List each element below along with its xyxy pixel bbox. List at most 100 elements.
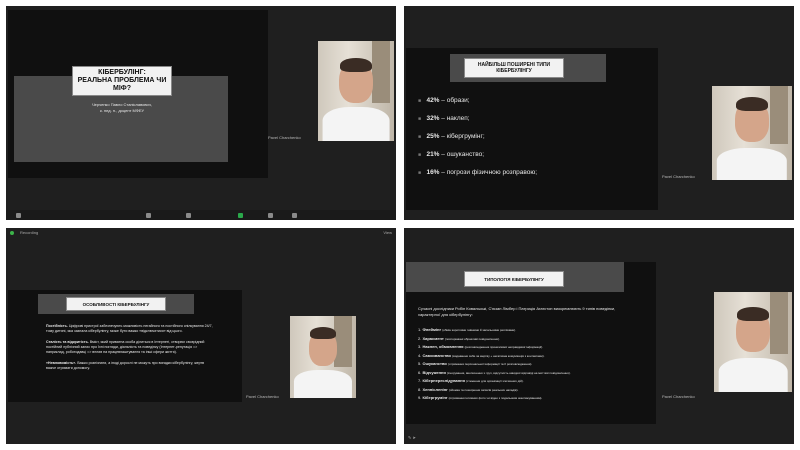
list-item: 8. Хеппіслепінг (зйомка та поширення зап… bbox=[418, 386, 650, 395]
stat-pct: 21% bbox=[426, 151, 440, 158]
participant-video[interactable] bbox=[290, 316, 356, 398]
item-desc: (розповсюдження принизливої неправдивої … bbox=[464, 345, 544, 349]
annotation-toolbar: ✎ ➤ bbox=[408, 435, 416, 440]
item-number: 6. bbox=[418, 369, 422, 375]
item-term: Ошуканство bbox=[422, 361, 447, 366]
stat-text: – образи; bbox=[441, 97, 470, 104]
slide-title: ТИПОЛОГІЯ КІБЕРБУЛІНГУ bbox=[464, 271, 564, 287]
shared-slide: КІБЕРБУЛІНГ: РЕАЛЬНА ПРОБЛЕМА ЧИ МІФ? Че… bbox=[8, 10, 268, 178]
slide-title: НАЙБІЛЬШ ПОШИРЕНІ ТИПИ КІБЕРБУЛІНГУ bbox=[464, 58, 564, 78]
item-desc: (обмін короткими гнівними й запальними р… bbox=[442, 328, 516, 332]
participant-name: Pavel Charchenko bbox=[662, 394, 695, 399]
item-term: Кіберпереслідування bbox=[422, 378, 465, 383]
item-desc: (повторювані образливі повідомлення). bbox=[444, 336, 500, 341]
participant-name: Pavel Charchenko bbox=[268, 135, 301, 140]
item-term: Відчуження bbox=[422, 369, 446, 375]
item-term: Флеймінг bbox=[422, 327, 442, 332]
list-item: 6. Відчуження (ігнорування, виключення з… bbox=[418, 369, 650, 378]
item-term: Самозванство bbox=[422, 352, 451, 358]
title-line-1: КІБЕРБУЛІНГ: bbox=[98, 69, 146, 76]
participant-video[interactable] bbox=[712, 86, 792, 180]
item-term: Кібергрумінг bbox=[422, 395, 448, 400]
paragraph-term: Сталість та відкритість. bbox=[46, 340, 89, 344]
slide-body: Постійність. Цифрові пристрої забезпечую… bbox=[46, 324, 214, 371]
title-line-2: РЕАЛЬНА ПРОБЛЕМА ЧИ МІФ? bbox=[77, 77, 167, 92]
title-text: ОСОБЛИВОСТІ КІБЕРБУЛІНГУ bbox=[82, 301, 150, 307]
stat-item: ■ 42% – образи; bbox=[418, 97, 470, 104]
item-number: 4. bbox=[418, 352, 422, 358]
participant-name: Pavel Charchenko bbox=[662, 174, 695, 179]
list-item: 4. Самозванство (видавання себе за жертв… bbox=[418, 352, 650, 361]
participant-name: Pavel Charchenko bbox=[246, 394, 279, 399]
apps-icon[interactable] bbox=[268, 213, 273, 218]
item-desc: (отримання персональної інформації та її… bbox=[447, 362, 533, 366]
pointer-icon[interactable]: ➤ bbox=[412, 435, 415, 440]
title-line-2: КІБЕРБУЛІНГУ bbox=[496, 68, 532, 74]
item-number: 7. bbox=[418, 378, 422, 383]
meeting-toolbar bbox=[6, 210, 396, 220]
video-panel-3: Recording View ОСОБЛИВОСТІ КІБЕРБУЛІНГУ … bbox=[6, 228, 396, 444]
list-item: 7. Кіберпереслідування (стеження для орг… bbox=[418, 377, 650, 386]
author-line-2: к. пед. н., доцент МФЕУ bbox=[99, 108, 145, 113]
participant-video[interactable] bbox=[318, 41, 394, 141]
slide-author: Черченко Павло Станіславович, к. пед. н.… bbox=[72, 102, 172, 114]
shared-slide: ОСОБЛИВОСТІ КІБЕРБУЛІНГУ Постійність. Ци… bbox=[8, 290, 242, 402]
paragraph-text: Цифрові пристрої забезпечують можливість… bbox=[46, 324, 213, 333]
stat-item: ■ 32% – наклеп; bbox=[418, 115, 470, 122]
item-term: Наклеп, обмовлення bbox=[422, 344, 464, 349]
view-button[interactable]: View bbox=[383, 230, 392, 235]
recording-label: Recording bbox=[20, 230, 39, 235]
item-desc: (стеження для організації злочинних дій)… bbox=[466, 379, 524, 383]
list-item: 9. Кібергрумінг (отримання інтимних фото… bbox=[418, 394, 650, 403]
shared-slide: ТИПОЛОГІЯ КІБЕРБУЛІНГУ Сучасні дослідник… bbox=[406, 262, 656, 424]
typology-list: 1. Флеймінг (обмін короткими гнівними й … bbox=[418, 326, 650, 403]
stat-text: – наклеп; bbox=[441, 115, 470, 122]
list-item: 1. Флеймінг (обмін короткими гнівними й … bbox=[418, 326, 650, 335]
item-term: Харасмент bbox=[422, 335, 444, 341]
record-status-icon bbox=[10, 231, 14, 235]
stat-pct: 16% bbox=[426, 169, 440, 176]
participant-video[interactable] bbox=[714, 292, 792, 392]
stats-list: ■ 42% – образи; ■ 32% – наклеп; ■ 25% – … bbox=[418, 92, 656, 182]
item-number: 2. bbox=[418, 335, 422, 341]
reactions-icon[interactable] bbox=[146, 213, 151, 218]
paragraph-term: «Невловимість». bbox=[46, 361, 77, 365]
item-desc: (отримання інтимних фото чи відео з пода… bbox=[448, 396, 543, 400]
shared-slide: НАЙБІЛЬШ ПОШИРЕНІ ТИПИ КІБЕРБУЛІНГУ ■ 42… bbox=[406, 48, 658, 210]
paragraph: Постійність. Цифрові пристрої забезпечую… bbox=[46, 324, 214, 334]
video-panel-2: НАЙБІЛЬШ ПОШИРЕНІ ТИПИ КІБЕРБУЛІНГУ ■ 42… bbox=[404, 6, 794, 220]
paragraph: «Невловимість». Важко розпізнати, а інод… bbox=[46, 361, 214, 371]
share-icon[interactable] bbox=[186, 213, 191, 218]
stat-item: ■ 21% – ошуканство; bbox=[418, 151, 485, 158]
paragraph-term: Постійність. bbox=[46, 324, 68, 328]
meeting-topbar: Recording View bbox=[6, 228, 396, 238]
stat-pct: 25% bbox=[426, 133, 440, 140]
video-panel-1: КІБЕРБУЛІНГ: РЕАЛЬНА ПРОБЛЕМА ЧИ МІФ? Че… bbox=[6, 6, 396, 220]
item-desc: (видавання себе за жертву + негативна ко… bbox=[452, 353, 545, 358]
list-item: 5. Ошуканство (отримання персональної ін… bbox=[418, 360, 650, 369]
participants-icon[interactable] bbox=[16, 213, 21, 218]
stat-text: – кібергрумінг; bbox=[441, 133, 485, 140]
stat-item: ■ 25% – кібергрумінг; bbox=[418, 133, 485, 140]
stat-text: – ошуканство; bbox=[441, 151, 485, 158]
annotate-icon[interactable]: ✎ bbox=[408, 435, 411, 440]
item-desc: (ігнорування, виключення з груп, відсутн… bbox=[446, 370, 571, 375]
paragraph: Сталість та відкритість. Вміст, який при… bbox=[46, 340, 214, 355]
slide-title: ОСОБЛИВОСТІ КІБЕРБУЛІНГУ bbox=[66, 297, 166, 311]
video-panel-4: ТИПОЛОГІЯ КІБЕРБУЛІНГУ Сучасні дослідник… bbox=[404, 228, 794, 444]
item-number: 8. bbox=[418, 386, 422, 392]
record-icon[interactable] bbox=[238, 213, 243, 218]
stat-pct: 42% bbox=[426, 97, 440, 104]
stat-item: ■ 16% – погрози фізичною розправою; bbox=[418, 169, 538, 176]
stat-text: – погрози фізичною розправою; bbox=[441, 169, 538, 176]
item-number: 3. bbox=[418, 344, 422, 349]
list-item: 2. Харасмент (повторювані образливі пові… bbox=[418, 335, 650, 344]
item-number: 5. bbox=[418, 361, 422, 366]
item-desc: (зйомка та поширення записів реальних на… bbox=[448, 387, 519, 392]
item-number: 9. bbox=[418, 395, 422, 400]
slide-title: КІБЕРБУЛІНГ: РЕАЛЬНА ПРОБЛЕМА ЧИ МІФ? bbox=[72, 66, 172, 96]
more-icon[interactable] bbox=[292, 213, 297, 218]
title-text: ТИПОЛОГІЯ КІБЕРБУЛІНГУ bbox=[484, 276, 544, 282]
stat-pct: 32% bbox=[426, 115, 440, 122]
slide-intro: Сучасні дослідники Робін Ковальські, С'ю… bbox=[418, 306, 616, 317]
